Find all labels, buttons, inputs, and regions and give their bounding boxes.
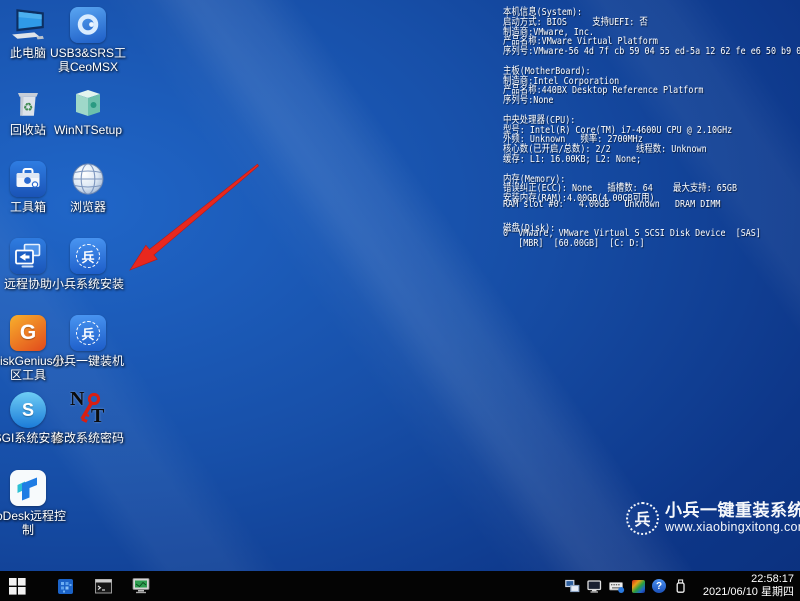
browser-globe-icon [70, 159, 106, 199]
desktop-icon-label: ToDesk远程控制 [0, 509, 68, 538]
command-prompt-icon [95, 578, 112, 595]
desktop-icon-label: USB3&SRS工具CeoMSX [48, 46, 128, 75]
desktop-icon-xiaobing-system-install[interactable]: 兵 小兵系统安装 [48, 236, 128, 291]
desktop-icon-label: 浏览器 [48, 200, 128, 214]
desktop-icon-change-password[interactable]: N T 修改系统密码 [48, 390, 128, 445]
info-line: 启动方式: BIOS 支持UEFI: 否 [503, 13, 800, 23]
desktop-icon-browser[interactable]: 浏览器 [48, 159, 128, 214]
desktop-icon-label: WinNTSetup [48, 123, 128, 137]
info-line: 磁盘(Disk): [503, 219, 800, 229]
desktop-icon-label: 小兵一键装机 [48, 354, 128, 368]
monitor-icon [132, 577, 150, 595]
display-tray-icon[interactable] [587, 579, 602, 594]
pe-cube-icon [57, 578, 74, 595]
watermark-url: www.xiaobingxitong.com [665, 520, 800, 535]
info-line: 产品名称:440BX Desktop Reference Platform [503, 81, 800, 91]
taskbar-clock[interactable]: 22:58:17 2021/06/10 星期四 [690, 573, 794, 599]
sgi-icon: S [10, 390, 46, 430]
taskbar: ? 22:58:17 2021/06/10 星期四 [0, 571, 800, 601]
info-line: 产品名称:VMware Virtual Platform [503, 32, 800, 42]
info-line: [MBR] [60.00GB] [C: D:] [503, 238, 800, 248]
info-line: 0 VMware, VMware Virtual S SCSI Disk Dev… [503, 228, 800, 238]
display-settings-app-button[interactable] [122, 571, 160, 601]
info-line: 型号: Intel(R) Core(TM) i7-4600U CPU @ 2.1… [503, 121, 800, 131]
input-method-tray-icon[interactable] [609, 579, 625, 594]
screen: 此电脑 USB3&SRS工具CeoMSX ♻ [0, 0, 800, 601]
network-tray-icon[interactable] [565, 579, 580, 594]
desktop-icon-label: 修改系统密码 [48, 431, 128, 445]
watermark-title: 小兵一键重装系统 [665, 501, 800, 520]
info-line: 制造商:Intel Corporation [503, 72, 800, 82]
watermark: 兵 小兵一键重装系统 www.xiaobingxitong.com [626, 501, 800, 535]
system-tray: ? [565, 571, 688, 601]
info-line: 序列号:VMware-56 4d 7f cb 59 04 55 ed-5a 12… [503, 42, 800, 52]
info-line: 主板(MotherBoard): [503, 62, 800, 72]
info-line: 内存(Memory): [503, 170, 800, 180]
desktop-icon-label: 小兵系统安装 [48, 277, 128, 291]
diskgenius-icon: G [10, 313, 46, 353]
cmd-app-button[interactable] [84, 571, 122, 601]
color-depth-tray-icon[interactable] [632, 580, 645, 593]
start-button[interactable] [0, 571, 34, 601]
svg-text:♻: ♻ [23, 101, 33, 114]
windows-logo-icon [9, 578, 26, 595]
system-info-panel: 本机信息(System):启动方式: BIOS 支持UEFI: 否制造商:VMw… [503, 3, 800, 248]
xiaobing-logo-icon: 兵 [70, 236, 106, 276]
info-line: 核心数(已开启/总数): 2/2 线程数: Unknown [503, 140, 800, 150]
usb-tray-icon[interactable] [673, 579, 688, 594]
toolbox-icon [10, 159, 46, 199]
usb3-srs-tool-icon [70, 5, 106, 45]
pe-tool-app-button[interactable] [46, 571, 84, 601]
nt-password-key-icon: N T [68, 390, 108, 430]
desktop-icon-todesk[interactable]: ToDesk远程控制 [0, 468, 68, 538]
clock-date: 2021/06/10 星期四 [690, 586, 794, 599]
todesk-icon [10, 468, 46, 508]
recycle-bin-icon: ♻ [9, 82, 47, 122]
info-line: 错误纠正(ECC): None 插槽数: 64 最大支持: 65GB [503, 179, 800, 189]
info-line [503, 209, 800, 219]
help-tray-icon[interactable]: ? [652, 579, 666, 593]
info-line: 本机信息(System): [503, 3, 800, 13]
info-line: 制造商:VMware, Inc. [503, 23, 800, 33]
red-pointer-arrow [118, 155, 268, 280]
this-pc-icon [9, 5, 47, 45]
desktop-icon-winntsetup[interactable]: WinNTSetup [48, 82, 128, 137]
xiaobing-watermark-logo-icon: 兵 [626, 502, 659, 535]
clock-time: 22:58:17 [690, 573, 794, 586]
desktop-icon-usb3-srs-tool[interactable]: USB3&SRS工具CeoMSX [48, 5, 128, 75]
info-line: 中央处理器(CPU): [503, 111, 800, 121]
remote-assist-icon [10, 236, 46, 276]
xiaobing-logo-icon: 兵 [70, 313, 106, 353]
info-line: RAM slot #0: 4.00GB Unknown DRAM DIMM [503, 199, 800, 209]
desktop-background: 此电脑 USB3&SRS工具CeoMSX ♻ [0, 0, 800, 571]
desktop-icon-xiaobing-onekey-install[interactable]: 兵 小兵一键装机 [48, 313, 128, 368]
info-line: 安装内存(RAM):4.00GB(4.00GB可用) [503, 189, 800, 199]
winntsetup-icon [70, 82, 106, 122]
